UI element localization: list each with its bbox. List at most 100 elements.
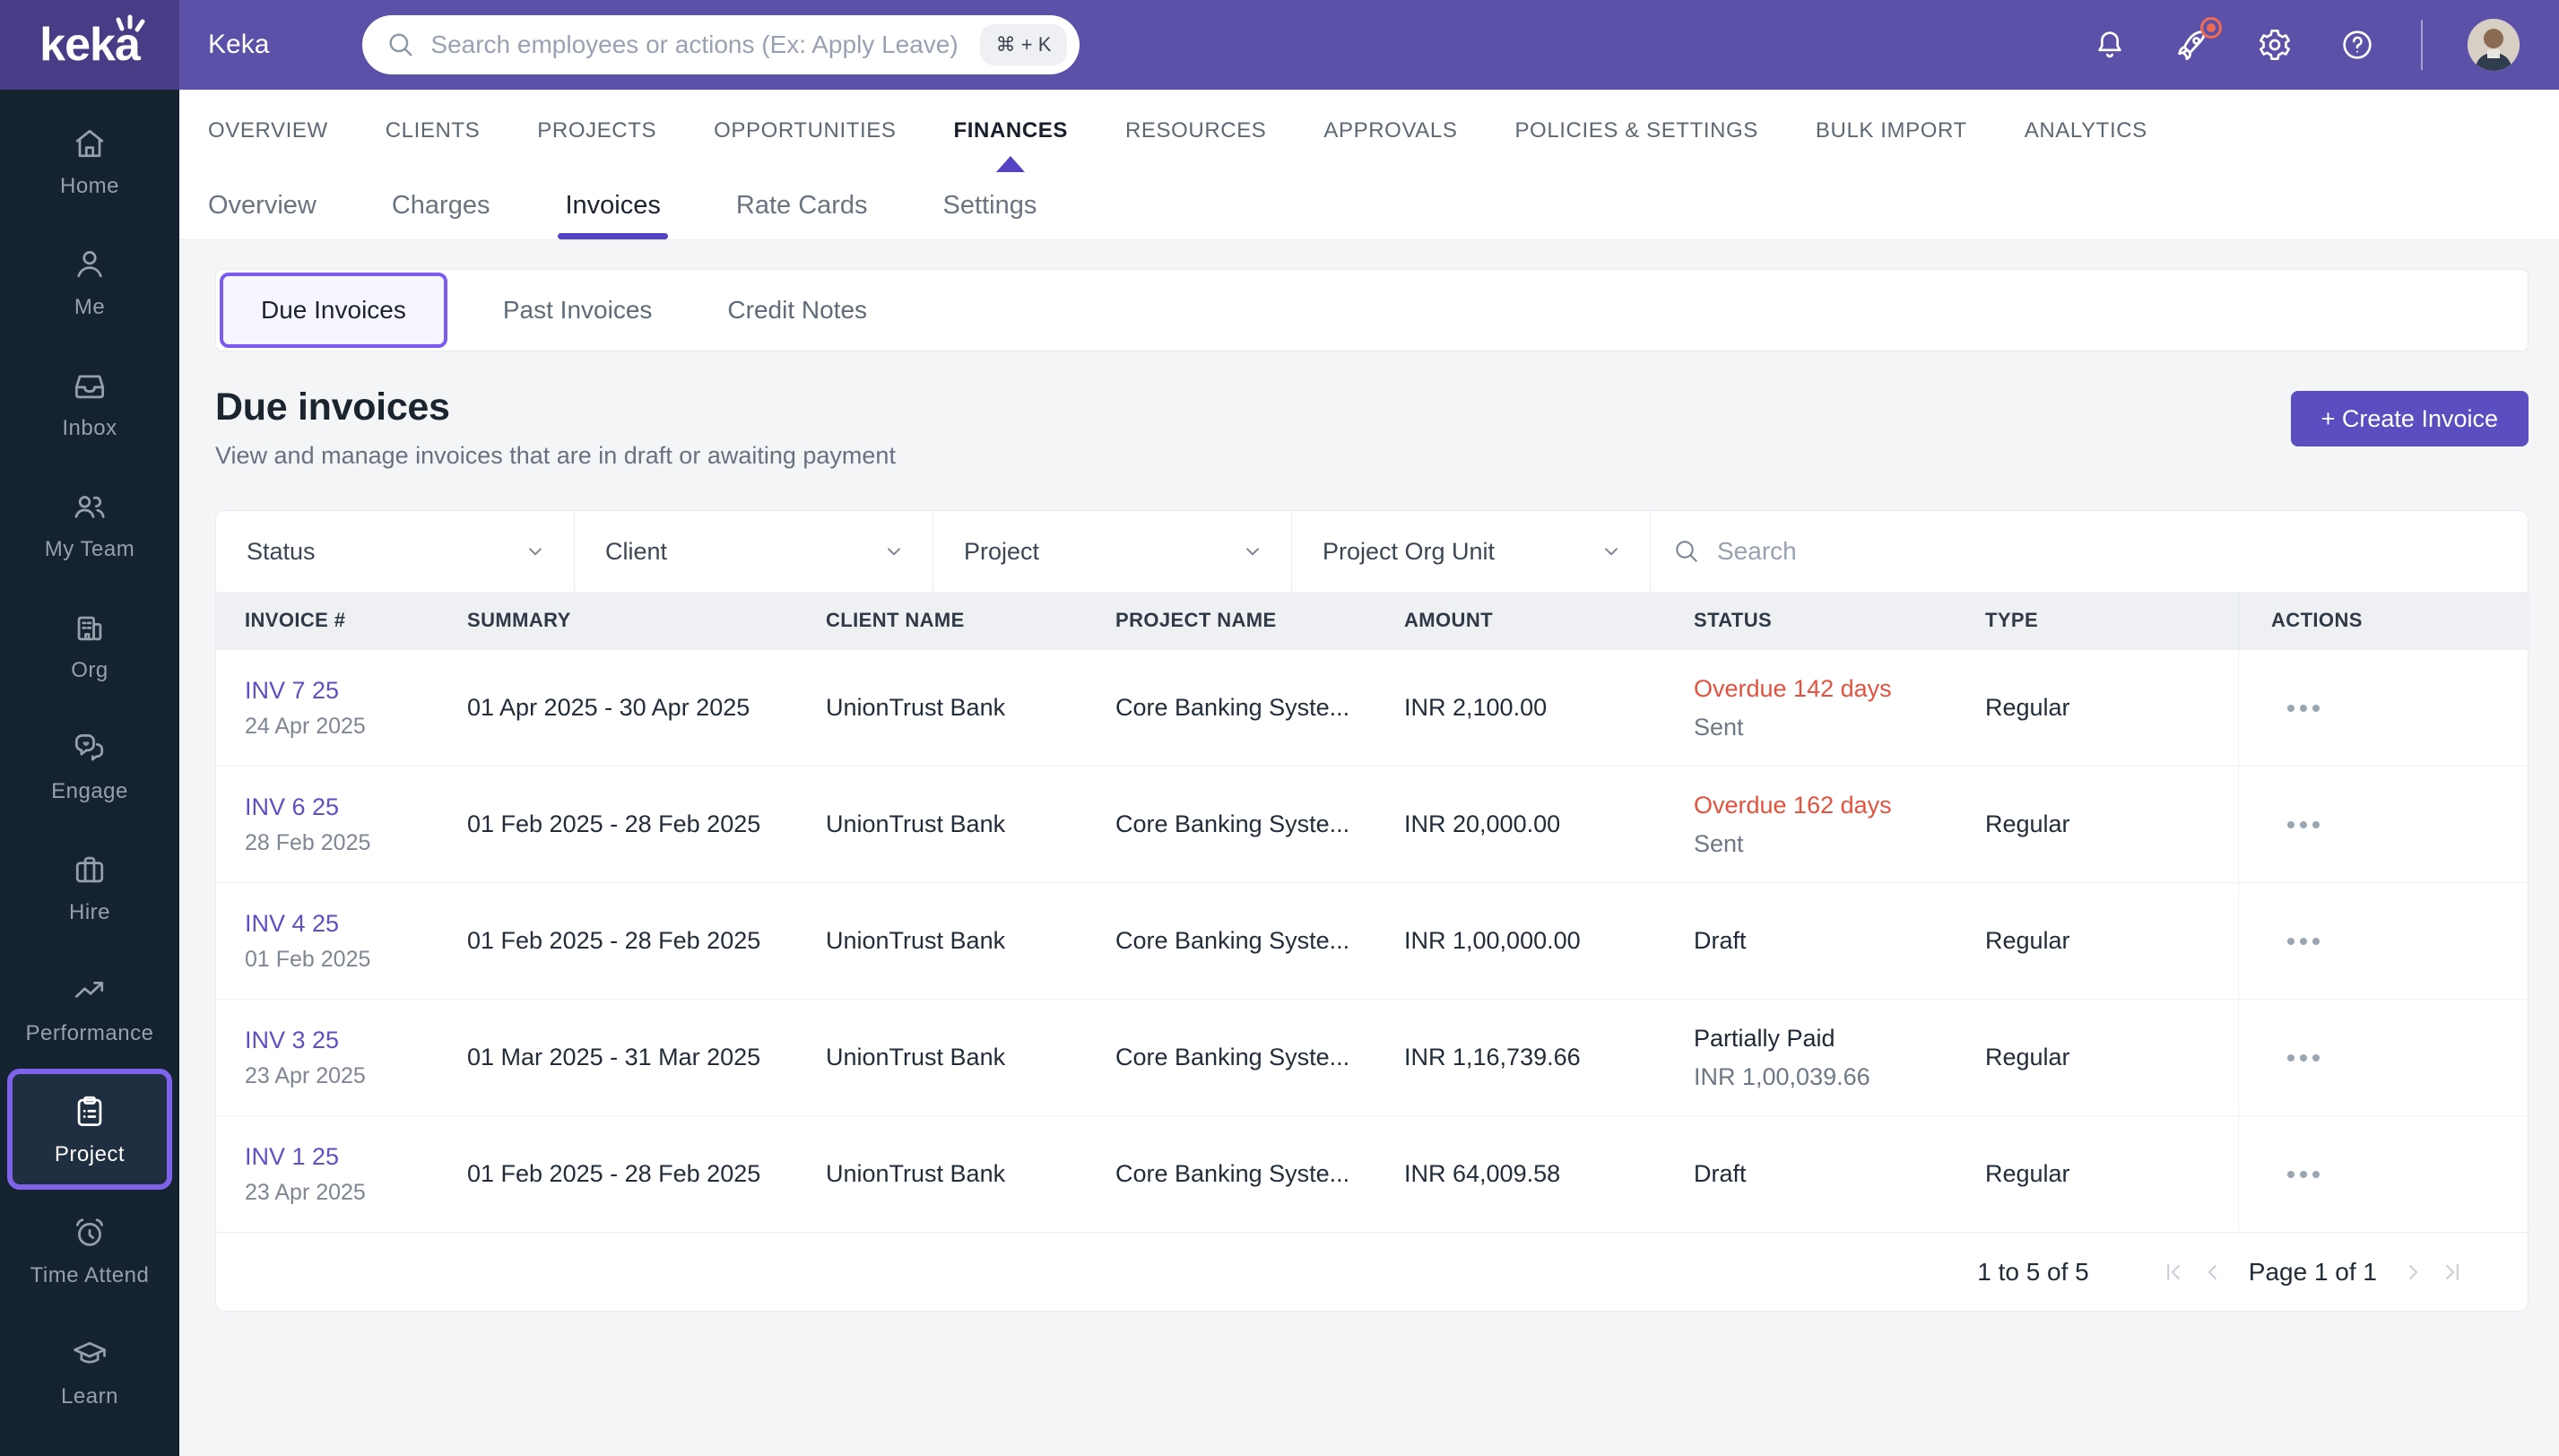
table-header: INVOICE # SUMMARY CLIENT NAME PROJECT NA…: [216, 592, 2528, 649]
create-invoice-button[interactable]: + Create Invoice: [2290, 391, 2529, 446]
summary-cell: 01 Feb 2025 - 28 Feb 2025: [467, 927, 761, 954]
sidebar-item-inbox[interactable]: Inbox: [0, 342, 179, 464]
sidebar-item-learn[interactable]: Learn: [0, 1311, 179, 1432]
tab-due-invoices[interactable]: Due Invoices: [220, 273, 447, 348]
client-filter-dropdown[interactable]: Client: [575, 511, 933, 592]
notifications-bell-icon[interactable]: [2091, 26, 2129, 64]
invoice-link[interactable]: INV 4 25: [245, 910, 467, 938]
row-actions-menu-icon[interactable]: [2278, 696, 2329, 721]
chevron-down-icon: [888, 548, 900, 556]
sidebar-item-org[interactable]: Org: [0, 585, 179, 706]
table-row: INV 7 25 24 Apr 2025 01 Apr 2025 - 30 Ap…: [216, 649, 2528, 766]
chevron-down-icon: [1605, 548, 1618, 556]
global-search[interactable]: ⌘ + K: [362, 15, 1080, 74]
table-row: INV 1 25 23 Apr 2025 01 Feb 2025 - 28 Fe…: [216, 1115, 2528, 1232]
global-search-input[interactable]: [430, 30, 980, 59]
logo-spark-icon: [116, 14, 145, 32]
summary-cell: 01 Feb 2025 - 28 Feb 2025: [467, 1160, 761, 1187]
tab-finances[interactable]: FINANCES: [954, 90, 1068, 172]
row-actions-menu-icon[interactable]: [2278, 929, 2329, 954]
table-row: INV 4 25 01 Feb 2025 01 Feb 2025 - 28 Fe…: [216, 882, 2528, 999]
tab-policies-settings[interactable]: POLICIES & SETTINGS: [1514, 90, 1757, 172]
subtab-invoices[interactable]: Invoices: [558, 172, 669, 239]
sidebar-item-engage[interactable]: Engage: [0, 706, 179, 827]
invoice-date: 24 Apr 2025: [245, 713, 366, 739]
notification-dot: [2200, 17, 2222, 39]
project-filter-dropdown[interactable]: Project: [933, 511, 1292, 592]
clipboard-icon: [77, 1096, 102, 1126]
chevron-down-icon: [1246, 548, 1259, 556]
summary-cell: 01 Mar 2025 - 31 Mar 2025: [467, 1044, 761, 1070]
subtab-overview[interactable]: Overview: [208, 172, 317, 239]
table-search-input[interactable]: [1717, 537, 2528, 566]
tab-clients[interactable]: CLIENTS: [386, 90, 481, 172]
topbar: keka Keka ⌘ + K: [0, 0, 2559, 90]
tab-opportunities[interactable]: OPPORTUNITIES: [714, 90, 896, 172]
sidebar-item-my-team[interactable]: My Team: [0, 464, 179, 585]
sidebar: Home Me Inbox My Team Org Engage Hire Pe…: [0, 90, 179, 1456]
sidebar-item-performance[interactable]: Performance: [0, 948, 179, 1069]
topbar-divider: [2421, 20, 2423, 70]
subtab-charges[interactable]: Charges: [392, 172, 490, 239]
invoice-link[interactable]: INV 1 25: [245, 1143, 467, 1171]
sidebar-label: Hire: [68, 899, 110, 924]
client-cell: UnionTrust Bank: [826, 1160, 1006, 1187]
tab-credit-notes[interactable]: Credit Notes: [707, 296, 887, 325]
row-actions-menu-icon[interactable]: [2278, 1162, 2329, 1187]
sidebar-item-hire[interactable]: Hire: [0, 827, 179, 948]
title-row: Due invoices View and manage invoices th…: [215, 386, 2529, 470]
search-icon: [1676, 541, 1697, 562]
tab-bulk-import[interactable]: BULK IMPORT: [1816, 90, 1967, 172]
sidebar-item-home[interactable]: Home: [0, 100, 179, 221]
col-actions: ACTIONS: [2238, 592, 2528, 649]
subtab-rate-cards[interactable]: Rate Cards: [736, 172, 868, 239]
prev-page-icon[interactable]: [2193, 1252, 2233, 1292]
invoice-link[interactable]: INV 3 25: [245, 1027, 467, 1054]
graduation-cap-icon: [74, 1341, 106, 1364]
project-cell: Core Banking Syste...: [1115, 1160, 1350, 1187]
keka-logo[interactable]: keka: [0, 0, 179, 90]
table-search[interactable]: [1651, 511, 2528, 592]
tab-analytics[interactable]: ANALYTICS: [2025, 90, 2147, 172]
tab-resources[interactable]: RESOURCES: [1125, 90, 1266, 172]
project-cell: Core Banking Syste...: [1115, 1044, 1350, 1070]
topbar-icons: [2091, 17, 2559, 71]
tab-projects[interactable]: PROJECTS: [537, 90, 656, 172]
settings-gear-icon[interactable]: [2256, 26, 2294, 64]
first-page-icon[interactable]: [2154, 1252, 2193, 1292]
help-icon[interactable]: [2338, 26, 2376, 64]
whats-new-rocket-icon[interactable]: [2173, 17, 2222, 64]
client-cell: UnionTrust Bank: [826, 694, 1006, 721]
tab-overview[interactable]: OVERVIEW: [208, 90, 328, 172]
last-page-icon[interactable]: [2433, 1252, 2472, 1292]
status-filter-dropdown[interactable]: Status: [216, 511, 575, 592]
invoice-link[interactable]: INV 7 25: [245, 677, 467, 705]
status-sub: INR 1,00,039.66: [1694, 1062, 1870, 1090]
next-page-icon[interactable]: [2393, 1252, 2433, 1292]
tab-approvals[interactable]: APPROVALS: [1323, 90, 1457, 172]
search-icon: [389, 33, 412, 56]
row-actions-menu-icon[interactable]: [2278, 812, 2329, 837]
trend-icon: [74, 981, 104, 998]
project-cell: Core Banking Syste...: [1115, 810, 1350, 837]
invoice-date: 23 Apr 2025: [245, 1179, 366, 1205]
invoice-link[interactable]: INV 6 25: [245, 793, 467, 821]
status-badge: Draft: [1694, 1160, 1747, 1187]
sidebar-item-project[interactable]: Project: [7, 1069, 172, 1190]
type-cell: Regular: [1985, 927, 2070, 954]
sidebar-label: Home: [59, 173, 120, 198]
amount-cell: INR 1,00,000.00: [1404, 927, 1581, 954]
sidebar-item-time-attend[interactable]: Time Attend: [0, 1190, 179, 1311]
project-org-unit-filter-dropdown[interactable]: Project Org Unit: [1292, 511, 1651, 592]
briefcase-icon: [75, 856, 104, 882]
subtab-settings[interactable]: Settings: [943, 172, 1037, 239]
col-summary: SUMMARY: [467, 609, 571, 631]
sidebar-item-me[interactable]: Me: [0, 221, 179, 342]
sidebar-label: Time Attend: [30, 1262, 150, 1287]
col-amount: AMOUNT: [1404, 609, 1493, 631]
person-icon: [77, 250, 102, 277]
row-actions-menu-icon[interactable]: [2278, 1045, 2329, 1070]
type-cell: Regular: [1985, 1160, 2070, 1187]
user-avatar[interactable]: [2468, 19, 2520, 71]
tab-past-invoices[interactable]: Past Invoices: [483, 296, 672, 325]
